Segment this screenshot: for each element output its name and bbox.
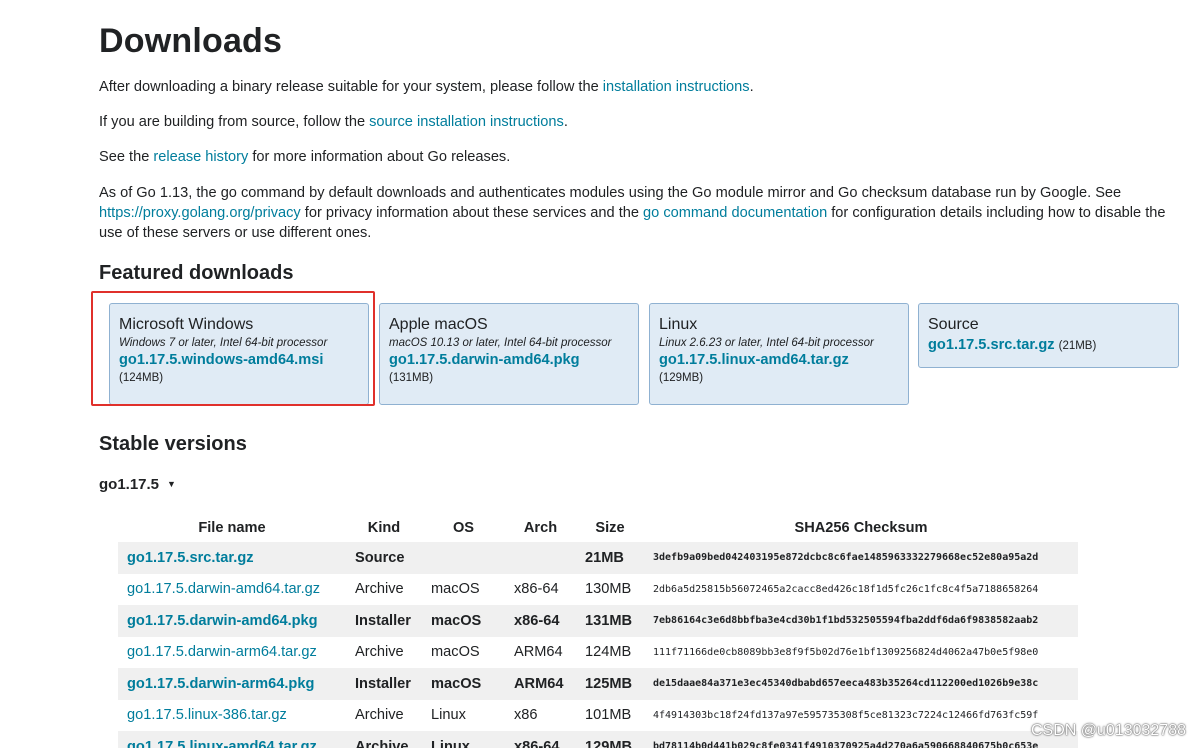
card-filename-link[interactable]: go1.17.5.darwin-amd64.pkg [389, 352, 629, 368]
table-row: go1.17.5.linux-386.tar.gz Archive Linux … [118, 700, 1078, 732]
os-cell: macOS [422, 668, 505, 700]
file-link[interactable]: go1.17.5.darwin-arm64.pkg [127, 676, 314, 692]
size-cell: 129MB [576, 731, 644, 748]
arch-cell [505, 542, 576, 574]
installation-instructions-link[interactable]: installation instructions [603, 79, 750, 95]
card-os: Linux [659, 316, 698, 333]
card-requirements: Linux 2.6.23 or later, Intel 64-bit proc… [659, 337, 874, 349]
kind-cell: Archive [346, 731, 422, 748]
checksum-cell: 3defb9a09bed042403195e872dcbc8c6fae14859… [644, 542, 1078, 574]
os-cell: Linux [422, 731, 505, 748]
checksum-cell: 2db6a5d25815b56072465a2cacc8ed426c18f1d5… [653, 583, 1039, 595]
intro-paragraph-2: If you are building from source, follow … [99, 114, 568, 130]
column-header: Size [595, 520, 625, 536]
column-header: Kind [367, 520, 401, 536]
arch-cell: x86-64 [505, 731, 576, 748]
table-row: go1.17.5.darwin-arm64.tar.gz Archive mac… [118, 637, 1078, 669]
table-header-row: File name Kind OS Arch Size SHA256 Check… [118, 514, 1078, 542]
card-requirements: macOS 10.13 or later, Intel 64-bit proce… [389, 337, 612, 349]
version-toggle[interactable]: go1.17.5 ▼ [99, 476, 176, 493]
arch-cell: x86 [514, 707, 538, 724]
highlight-box [91, 291, 375, 406]
arch-cell: x86-64 [505, 605, 576, 637]
kind-cell: Archive [355, 707, 404, 724]
card-filename-link[interactable]: go1.17.5.src.tar.gz (21MB) [928, 337, 1169, 353]
kind-cell: Source [346, 542, 422, 574]
featured-card-linux[interactable]: Linux Linux 2.6.23 or later, Intel 64-bi… [649, 303, 909, 405]
kind-cell: Archive [355, 644, 404, 661]
table-row: go1.17.5.darwin-arm64.pkg Installer macO… [118, 668, 1078, 700]
proxy-privacy-link[interactable]: https://proxy.golang.org/privacy [99, 205, 301, 221]
size-cell: 125MB [576, 668, 644, 700]
intro-paragraph-4: As of Go 1.13, the go command by default… [99, 185, 1166, 241]
arch-cell: ARM64 [505, 668, 576, 700]
table-row: go1.17.5.linux-amd64.tar.gz Archive Linu… [118, 731, 1078, 748]
size-cell: 130MB [585, 581, 632, 598]
os-cell: macOS [431, 644, 480, 661]
card-os: Source [928, 316, 979, 333]
page-title: Downloads [99, 22, 283, 60]
os-cell: macOS [422, 605, 505, 637]
os-cell [422, 542, 505, 574]
card-size: (131MB) [389, 372, 434, 384]
size-cell: 124MB [585, 644, 632, 661]
file-link[interactable]: go1.17.5.linux-386.tar.gz [127, 707, 287, 723]
arch-cell: ARM64 [514, 644, 563, 661]
checksum-cell: 4f4914303bc18f24fd137a97e595735308f5ce81… [653, 709, 1039, 721]
featured-card-macos[interactable]: Apple macOS macOS 10.13 or later, Intel … [379, 303, 639, 405]
column-header: SHA256 Checksum [794, 520, 928, 536]
intro-paragraph-3: See the release history for more informa… [99, 149, 511, 165]
card-size: (129MB) [659, 372, 704, 384]
go-command-documentation-link[interactable]: go command documentation [643, 205, 827, 221]
os-cell: Linux [431, 707, 466, 724]
file-link[interactable]: go1.17.5.darwin-arm64.tar.gz [127, 644, 317, 660]
checksum-cell: de15daae84a371e3ec45340dbabd657eeca483b3… [644, 668, 1078, 700]
stable-versions-heading: Stable versions [99, 433, 247, 455]
size-cell: 101MB [585, 707, 632, 724]
table-row: go1.17.5.darwin-amd64.pkg Installer macO… [118, 605, 1078, 637]
intro-paragraph-1: After downloading a binary release suita… [99, 79, 754, 95]
column-header: OS [452, 520, 475, 536]
watermark: CSDN @u013032788 [1030, 722, 1186, 739]
kind-cell: Installer [346, 605, 422, 637]
size-cell: 131MB [576, 605, 644, 637]
caret-down-icon: ▼ [167, 479, 176, 489]
file-link[interactable]: go1.17.5.src.tar.gz [127, 550, 254, 566]
os-cell: macOS [431, 581, 480, 598]
table-row: go1.17.5.darwin-amd64.tar.gz Archive mac… [118, 574, 1078, 606]
checksum-cell: bd78114b0d441b029c8fe0341f4910370925a4d2… [644, 731, 1078, 748]
kind-cell: Installer [346, 668, 422, 700]
table-row: go1.17.5.src.tar.gz Source 21MB 3defb9a0… [118, 542, 1078, 574]
column-header: Arch [523, 520, 558, 536]
column-header: File name [198, 520, 266, 536]
file-link[interactable]: go1.17.5.darwin-amd64.pkg [127, 613, 318, 629]
featured-card-source[interactable]: Source go1.17.5.src.tar.gz (21MB) [918, 303, 1179, 368]
arch-cell: x86-64 [514, 581, 559, 598]
downloads-table: File name Kind OS Arch Size SHA256 Check… [118, 514, 1078, 748]
card-filename-link[interactable]: go1.17.5.linux-amd64.tar.gz [659, 352, 899, 368]
file-link[interactable]: go1.17.5.linux-amd64.tar.gz [127, 739, 317, 748]
release-history-link[interactable]: release history [153, 149, 248, 165]
checksum-cell: 7eb86164c3e6d8bbfba3e4cd30b1f1bd53250559… [644, 605, 1078, 637]
size-cell: 21MB [576, 542, 644, 574]
card-size: (21MB) [1058, 340, 1097, 352]
card-os: Apple macOS [389, 316, 488, 333]
featured-downloads-heading: Featured downloads [99, 262, 294, 284]
kind-cell: Archive [355, 581, 404, 598]
file-link[interactable]: go1.17.5.darwin-amd64.tar.gz [127, 581, 320, 597]
source-installation-instructions-link[interactable]: source installation instructions [369, 114, 564, 130]
checksum-cell: 111f71166de0cb8089bb3e8f9f5b02d76e1bf130… [653, 646, 1039, 658]
